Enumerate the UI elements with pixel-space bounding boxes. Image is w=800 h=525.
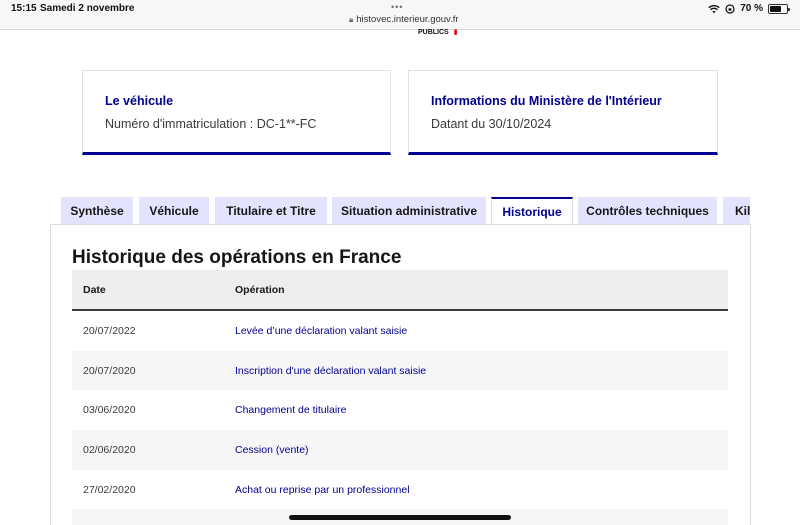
wifi-icon [708,4,720,13]
status-bar: 15:15 Samedi 2 novembre ••• 🔒︎ histovec.i… [0,0,800,30]
tab-kilometrage[interactable]: Kilo [723,197,750,225]
flag-icon: ▮ [453,29,458,36]
column-header-date: Date [83,283,106,296]
table-row: 20/07/2022 Levée d’une déclaration valan… [72,311,728,351]
orientation-lock-icon [725,3,735,14]
section-title: Historique des opérations en France [72,247,402,268]
data-date: Datant du 30/10/2024 [431,117,552,131]
ministry-card: Informations du Ministère de l'Intérieur… [408,70,718,155]
vehicle-card-title: Le véhicule [105,94,174,108]
tab-situation-administrative[interactable]: Situation administrative [332,197,486,225]
status-time: 15:15 [11,3,37,14]
header-text-fragment: PUBLICS [418,29,449,36]
row-operation: Cession (vente) [235,443,309,456]
status-date: Samedi 2 novembre [40,3,135,14]
lock-icon: 🔒︎ [349,15,354,24]
ministry-card-title: Informations du Ministère de l'Intérieur [431,94,662,108]
vehicle-card: Le véhicule Numéro d'immatriculation : D… [82,70,391,155]
operations-table: Date Opération 20/07/2022 Levée d’une dé… [72,270,728,525]
table-row: 20/07/2020 Inscription d'une déclaration… [72,350,728,391]
row-date: 03/06/2020 [83,404,136,417]
status-indicators: 70 % [708,3,790,14]
row-date: 27/02/2020 [83,483,136,496]
table-row: 02/06/2020 Cession (vente) [72,430,728,470]
site-header-fragment: PUBLICS ▮ [418,28,458,36]
tab-menu-dots-icon[interactable]: ••• [391,2,403,12]
home-indicator[interactable] [289,515,511,520]
row-operation: Levée d’une déclaration valant saisie [235,324,408,337]
registration-number: Numéro d'immatriculation : DC-1**-FC [105,117,317,131]
battery-percent: 70 % [740,3,763,14]
address-url: histovec.interieur.gouv.fr [356,14,459,25]
battery-icon [768,3,790,14]
row-date: 20/07/2022 [83,324,136,337]
tab-historique[interactable]: Historique [491,197,573,225]
row-operation: Achat ou reprise par un professionnel [235,483,410,496]
table-row: 27/02/2020 Achat ou reprise par un profe… [72,470,728,510]
tab-controles-techniques[interactable]: Contrôles techniques [578,197,717,225]
table-body: 20/07/2022 Levée d’une déclaration valan… [72,311,728,525]
battery-fill [770,5,782,12]
tab-synthese[interactable]: Synthèse [61,197,133,225]
address-bar[interactable]: 🔒︎ histovec.interieur.gouv.fr [349,14,459,25]
tab-titulaire[interactable]: Titulaire et Titre [215,197,327,225]
row-date: 20/07/2020 [83,364,136,377]
tab-vehicule[interactable]: Véhicule [139,197,209,225]
row-operation: Changement de titulaire [235,404,347,417]
table-header: Date Opération [72,270,728,311]
row-date: 02/06/2020 [83,443,136,456]
table-row: 03/06/2020 Changement de titulaire [72,390,728,430]
tab-bar: Synthèse Véhicule Titulaire et Titre Sit… [61,197,750,225]
column-header-operation: Opération [235,283,285,296]
row-operation: Inscription d'une déclaration valant sai… [235,364,427,377]
